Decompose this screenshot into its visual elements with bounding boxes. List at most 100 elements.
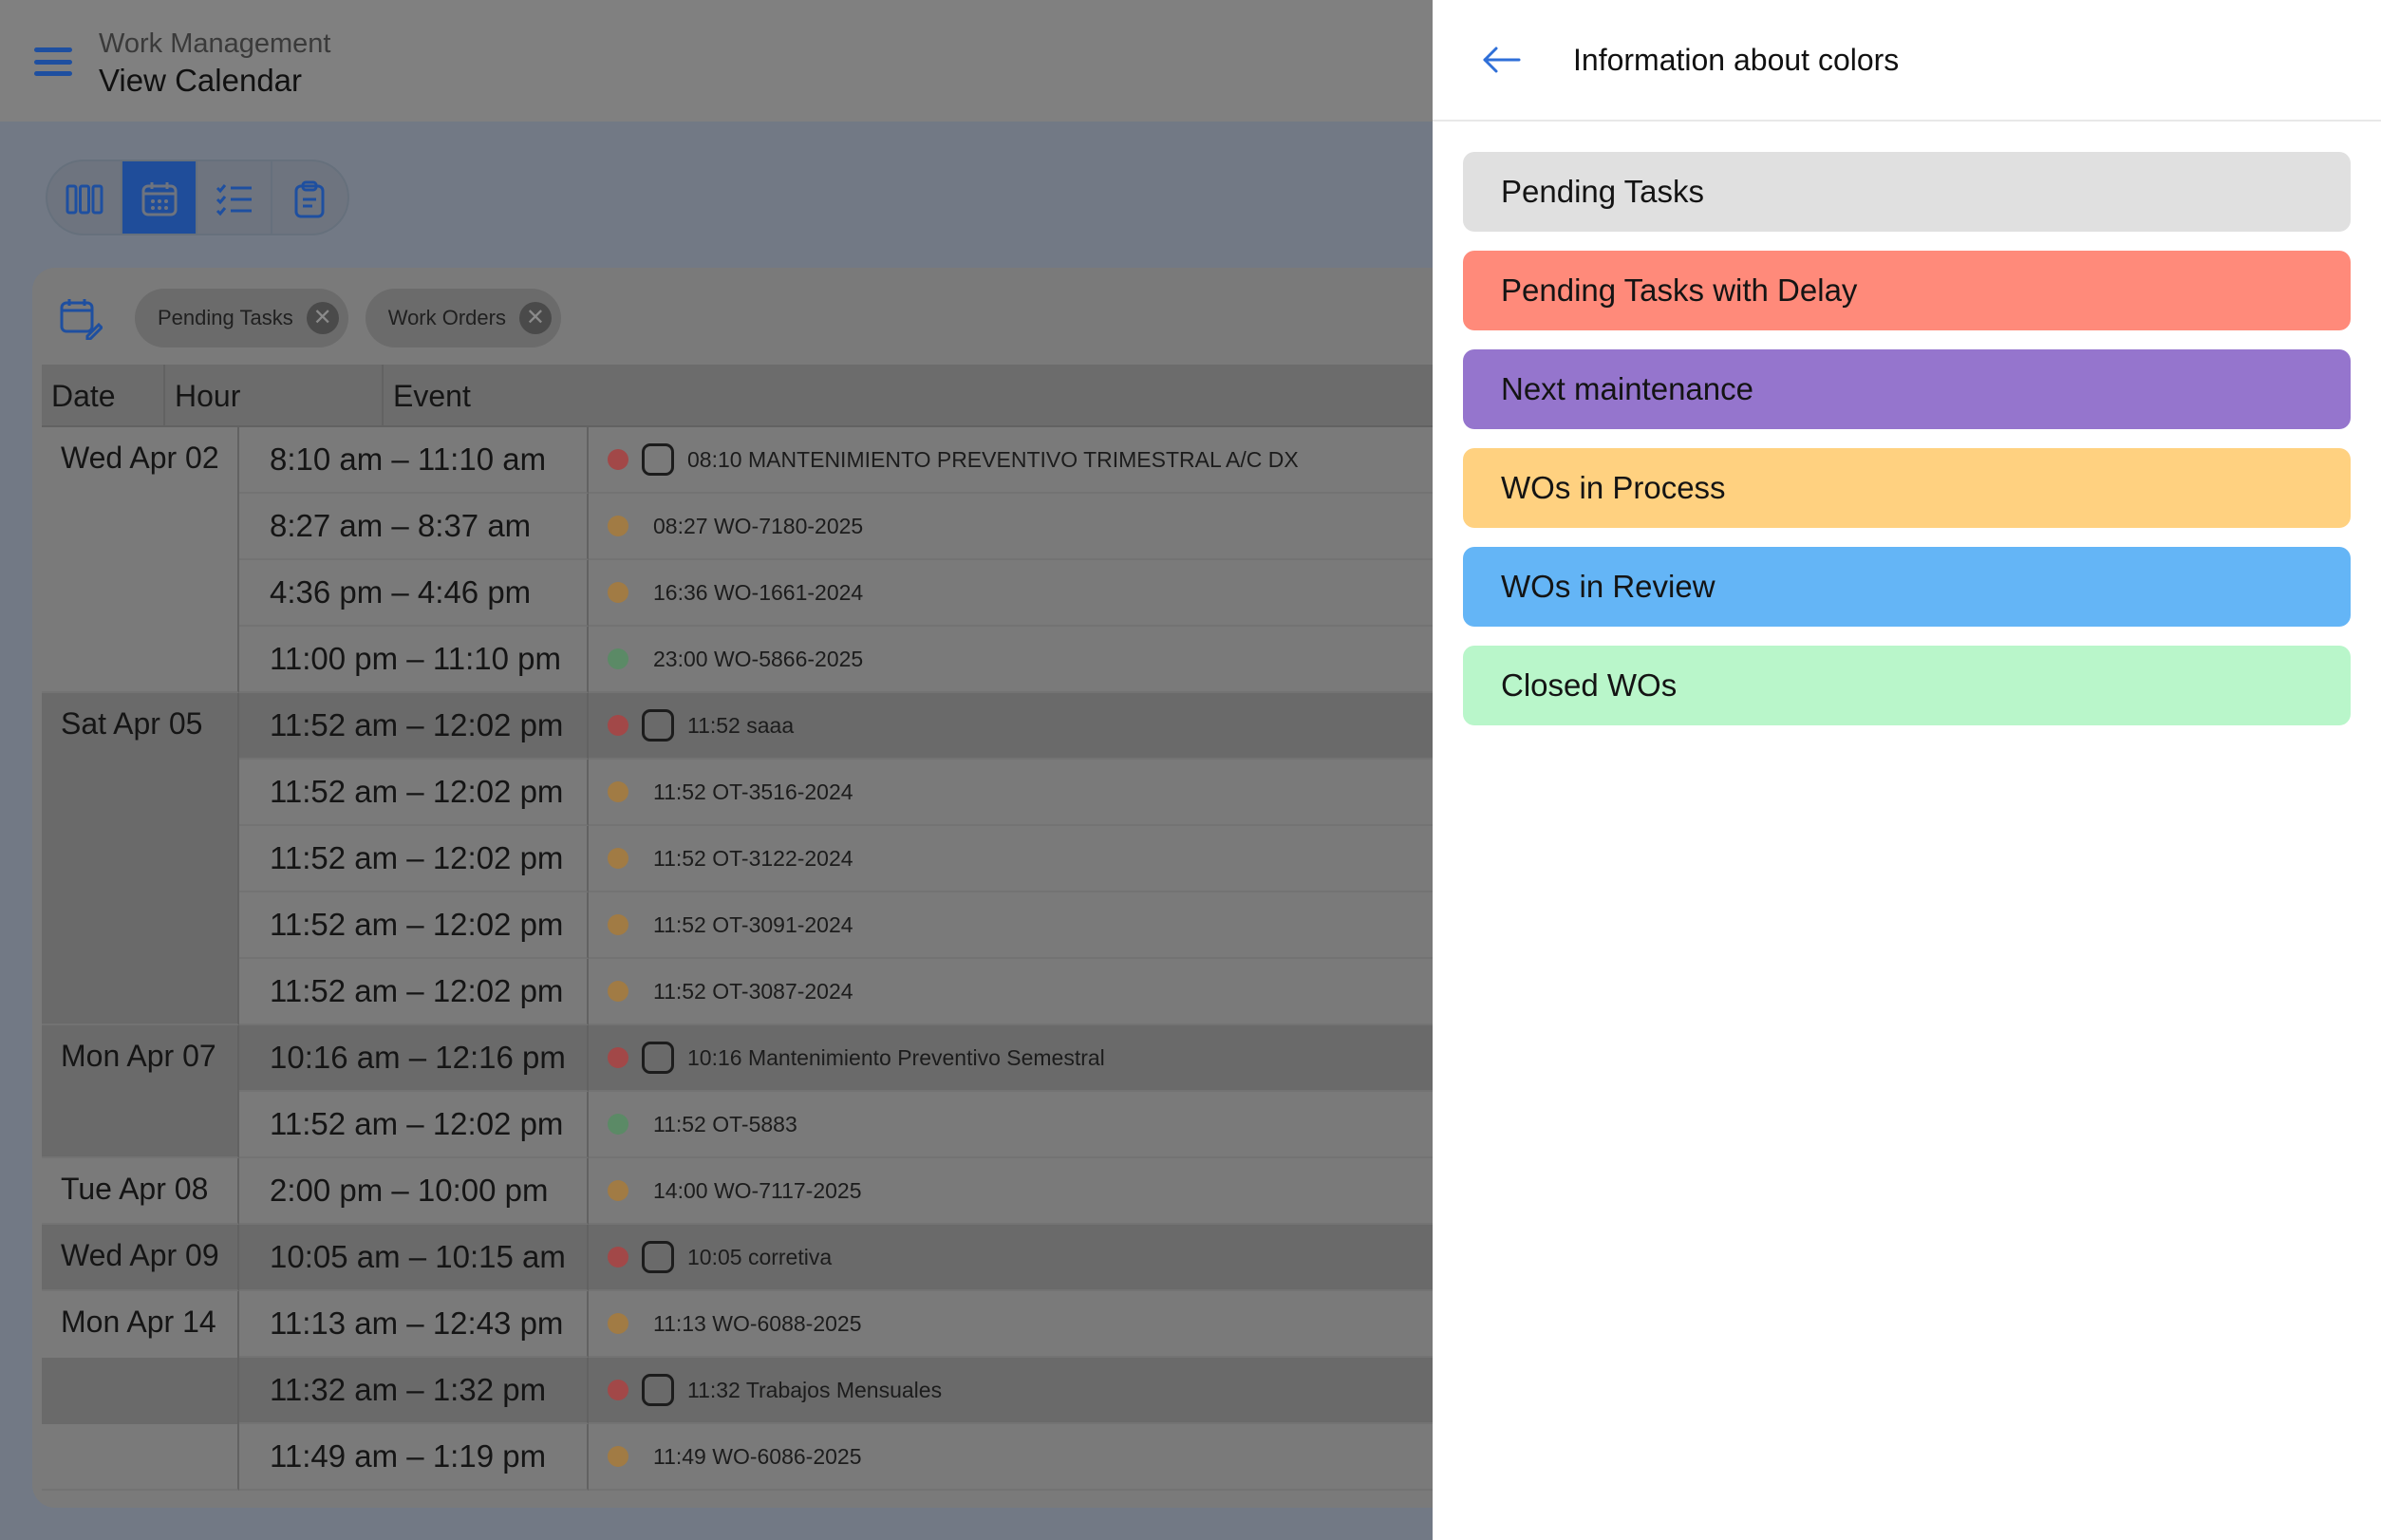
calendar-card: Pending Tasks ✕ Work Orders ✕ Date Hour Eve…	[32, 268, 1433, 1508]
event-cell[interactable]: 11:52 saaa	[589, 693, 1433, 760]
task-checkbox[interactable]	[642, 443, 674, 476]
table-row[interactable]: 11:49 am – 1:19 pm 11:49 WO-6086-2025	[42, 1424, 1433, 1491]
task-checkbox[interactable]	[642, 1042, 674, 1074]
legend-item: WOs in Review	[1463, 547, 2351, 627]
event-title: 11:52 OT-3087-2024	[653, 978, 853, 1004]
event-cell[interactable]: 10:05 corretiva	[589, 1225, 1433, 1291]
event-title: 11:32 Trabajos Mensuales	[687, 1377, 943, 1402]
event-cell[interactable]: 16:36 WO-1661-2024	[589, 560, 1433, 627]
filter-chip[interactable]: Work Orders ✕	[365, 289, 561, 347]
hour-cell: 10:05 am – 10:15 am	[239, 1225, 589, 1291]
event-cell[interactable]: 11:52 OT-3087-2024	[589, 959, 1433, 1025]
date-cell: Tue Apr 08	[42, 1158, 239, 1225]
calendar-app: Work Management View Calendar Pending Ta…	[0, 0, 1433, 1540]
event-title: 16:36 WO-1661-2024	[653, 579, 864, 605]
table-row[interactable]: 11:52 am – 12:02 pm 11:52 saaa	[42, 693, 1433, 760]
legend-item: Pending Tasks with Delay	[1463, 251, 2351, 330]
event-cell[interactable]: 11:52 OT-3122-2024	[589, 826, 1433, 892]
table-row[interactable]: 11:52 am – 12:02 pm 11:52 OT-3087-2024	[42, 959, 1433, 1025]
task-checkbox[interactable]	[642, 709, 674, 742]
hour-cell: 11:52 am – 12:02 pm	[239, 959, 589, 1025]
event-cell[interactable]: 11:52 OT-3091-2024	[589, 892, 1433, 959]
status-dot	[608, 1114, 628, 1135]
event-cell[interactable]: 11:52 OT-3516-2024	[589, 760, 1433, 826]
event-title: 11:13 WO-6088-2025	[653, 1310, 862, 1336]
event-cell[interactable]: 11:13 WO-6088-2025	[589, 1291, 1433, 1358]
task-checkbox[interactable]	[642, 1374, 674, 1406]
event-title: 10:05 corretiva	[687, 1244, 833, 1269]
hour-cell: 11:13 am – 12:43 pm	[239, 1291, 589, 1358]
event-title: 08:10 MANTENIMIENTO PREVENTIVO TRIMESTRA…	[687, 446, 1299, 472]
remove-filter-icon[interactable]: ✕	[518, 302, 552, 334]
event-title: 11:52 OT-3516-2024	[653, 779, 853, 804]
hour-cell: 8:27 am – 8:37 am	[239, 494, 589, 560]
color-info-panel: Information about colors Pending Tasks Pe…	[1433, 0, 2381, 1540]
filter-chip-label: Pending Tasks	[158, 306, 293, 329]
column-header-event: Event	[393, 379, 471, 413]
event-cell[interactable]: 08:10 MANTENIMIENTO PREVENTIVO TRIMESTRA…	[589, 427, 1433, 494]
calendar-edit-icon	[60, 299, 103, 340]
panel-header: Information about colors	[1433, 0, 2381, 122]
column-header-hour: Hour	[165, 365, 384, 427]
table-row[interactable]: 11:52 am – 12:02 pm 11:52 OT-3091-2024	[42, 892, 1433, 959]
table-row[interactable]: 8:10 am – 11:10 am 08:10 MANTENIMIENTO PR…	[42, 427, 1433, 494]
calendar-icon	[141, 182, 177, 216]
table-row[interactable]: 11:52 am – 12:02 pm 11:52 OT-3122-2024	[42, 826, 1433, 892]
table-row[interactable]: 11:32 am – 1:32 pm 11:32 Trabajos Mensual…	[42, 1358, 1433, 1424]
table-row[interactable]: 11:13 am – 12:43 pm 11:13 WO-6088-2025	[42, 1291, 1433, 1358]
calendar-view-button[interactable]	[122, 161, 197, 234]
status-dot	[608, 848, 628, 869]
remove-filter-icon[interactable]: ✕	[306, 302, 339, 334]
date-cell: Mon Apr 14	[42, 1291, 239, 1491]
table-header: Date Hour Event	[42, 365, 1433, 427]
event-cell[interactable]: 08:27 WO-7180-2025	[589, 494, 1433, 560]
event-title: 23:00 WO-5866-2025	[653, 646, 864, 671]
task-checkbox[interactable]	[642, 1241, 674, 1273]
columns-view-button[interactable]	[47, 161, 122, 234]
color-legend: Pending Tasks Pending Tasks with Delay Nex…	[1463, 152, 2351, 744]
status-dot	[608, 648, 628, 669]
calendar-filter-button[interactable]	[57, 294, 104, 342]
table-row[interactable]: 11:52 am – 12:02 pm 11:52 OT-3516-2024	[42, 760, 1433, 826]
hour-cell: 11:52 am – 12:02 pm	[239, 892, 589, 959]
table-row[interactable]: 11:00 pm – 11:10 pm 23:00 WO-5866-2025	[42, 627, 1433, 693]
event-cell[interactable]: 10:16 Mantenimiento Preventivo Semestral	[589, 1025, 1433, 1092]
event-cell[interactable]: 23:00 WO-5866-2025	[589, 627, 1433, 693]
menu-icon[interactable]	[34, 46, 72, 78]
status-dot	[608, 781, 628, 802]
status-dot	[608, 1380, 628, 1400]
event-title: 11:49 WO-6086-2025	[653, 1443, 862, 1469]
hour-cell: 11:52 am – 12:02 pm	[239, 693, 589, 760]
table-row[interactable]: 2:00 pm – 10:00 pm 14:00 WO-7117-2025	[42, 1158, 1433, 1225]
hour-cell: 11:52 am – 12:02 pm	[239, 826, 589, 892]
legend-item: Closed WOs	[1463, 646, 2351, 725]
table-row[interactable]: 10:05 am – 10:15 am 10:05 corretiva	[42, 1225, 1433, 1291]
filter-chip-label: Work Orders	[387, 306, 506, 329]
back-button[interactable]	[1472, 31, 1529, 88]
checklist-icon	[216, 184, 252, 216]
event-cell[interactable]: 11:52 OT-5883	[589, 1092, 1433, 1158]
event-title: 11:52 OT-3091-2024	[653, 911, 853, 937]
event-cell[interactable]: 11:49 WO-6086-2025	[589, 1424, 1433, 1491]
event-title: 08:27 WO-7180-2025	[653, 513, 864, 538]
status-dot	[608, 981, 628, 1002]
event-cell[interactable]: 14:00 WO-7117-2025	[589, 1158, 1433, 1225]
view-switcher	[46, 160, 349, 235]
clipboard-view-button[interactable]	[272, 161, 347, 234]
status-dot	[608, 715, 628, 736]
event-cell[interactable]: 11:32 Trabajos Mensuales	[589, 1358, 1433, 1424]
event-title: 11:52 OT-3122-2024	[653, 845, 853, 871]
table-row[interactable]: 10:16 am – 12:16 pm 10:16 Mantenimiento P…	[42, 1025, 1433, 1092]
filter-chip[interactable]: Pending Tasks ✕	[135, 289, 348, 347]
checklist-view-button[interactable]	[197, 161, 272, 234]
event-title: 11:52 saaa	[687, 712, 795, 738]
hour-cell: 11:52 am – 12:02 pm	[239, 1092, 589, 1158]
columns-icon	[66, 184, 103, 215]
status-dot	[608, 1047, 628, 1068]
status-dot	[608, 1247, 628, 1268]
table-row[interactable]: 4:36 pm – 4:46 pm 16:36 WO-1661-2024	[42, 560, 1433, 627]
table-row[interactable]: 8:27 am – 8:37 am 08:27 WO-7180-2025	[42, 494, 1433, 560]
top-bar: Work Management View Calendar	[0, 0, 1433, 122]
table-row[interactable]: 11:52 am – 12:02 pm 11:52 OT-5883	[42, 1092, 1433, 1158]
status-dot	[608, 1446, 628, 1467]
